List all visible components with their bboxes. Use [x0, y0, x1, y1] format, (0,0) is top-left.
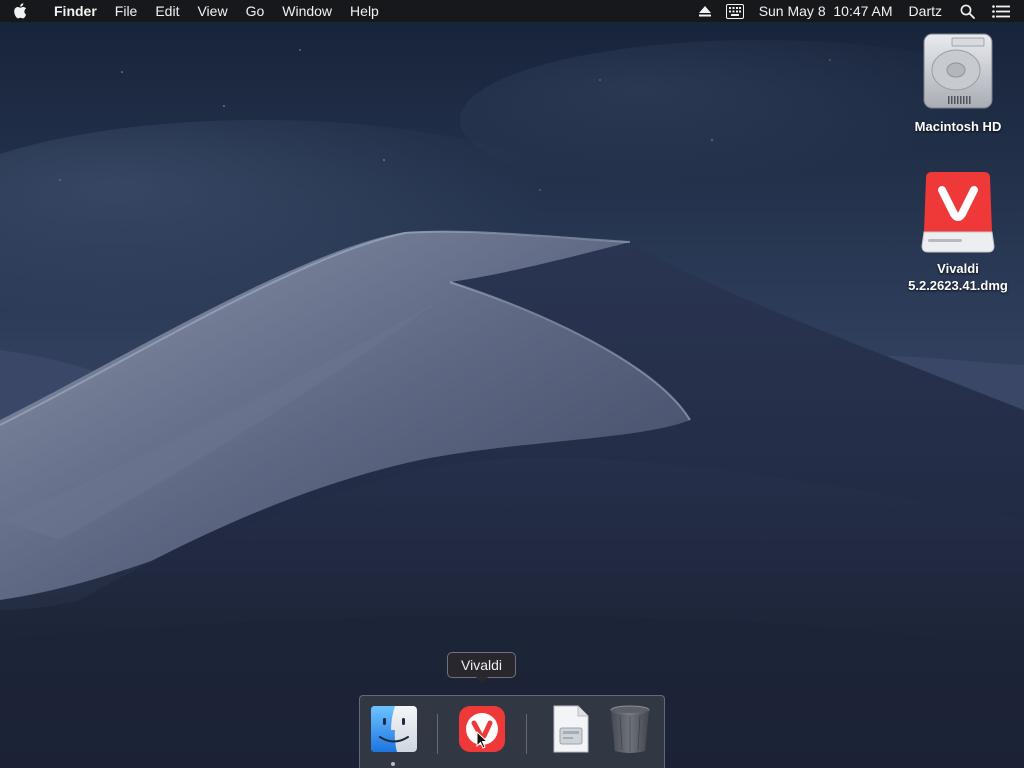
dock-item-downloads-stack[interactable]: [545, 704, 595, 754]
eject-status-item[interactable]: [692, 0, 718, 22]
eject-icon: [698, 6, 711, 17]
spotlight-button[interactable]: [951, 0, 984, 22]
apple-icon: [14, 3, 27, 19]
apple-menu-button[interactable]: [0, 0, 40, 22]
dock: [359, 695, 665, 768]
dock-item-finder[interactable]: [369, 704, 419, 754]
trash-icon: [610, 705, 650, 753]
hard-drive-icon: [918, 30, 998, 114]
document-stack-icon: [553, 705, 589, 753]
menu-go[interactable]: Go: [237, 0, 274, 22]
dmg-label-name: Vivaldi: [937, 261, 979, 276]
dock-item-vivaldi[interactable]: [457, 704, 507, 754]
desktop-icon-vivaldi-dmg[interactable]: Vivaldi 5.2.2623.41.dmg: [898, 170, 1018, 294]
spotlight-search-icon: [960, 4, 975, 19]
dock-item-trash[interactable]: [605, 704, 655, 754]
user-name[interactable]: Dartz: [900, 0, 951, 22]
desktop-icon-macintosh-hd[interactable]: Macintosh HD: [898, 30, 1018, 135]
finder-running-indicator: [391, 762, 395, 766]
clock[interactable]: Sun May 8 10:47 AM: [752, 0, 900, 22]
dmg-label-version: 5.2.2623.41.dmg: [908, 278, 1008, 293]
desktop-icon-label: Vivaldi 5.2.2623.41.dmg: [898, 260, 1018, 294]
menu-file[interactable]: File: [106, 0, 147, 22]
input-menu-status-item[interactable]: [718, 0, 752, 22]
dock-separator: [526, 714, 527, 754]
dmg-disk-image-icon: [918, 170, 998, 254]
menu-help[interactable]: Help: [341, 0, 388, 22]
vivaldi-icon: [459, 706, 505, 752]
dock-separator: [437, 714, 438, 754]
dock-tooltip: Vivaldi: [447, 652, 516, 684]
desktop-icon-label: Macintosh HD: [914, 119, 1002, 134]
notification-center-button[interactable]: [984, 0, 1024, 22]
menu-view[interactable]: View: [188, 0, 236, 22]
input-menu-icon: [725, 3, 744, 19]
menu-edit[interactable]: Edit: [146, 0, 188, 22]
menu-finder[interactable]: Finder: [40, 0, 106, 22]
notification-center-icon: [992, 4, 1010, 18]
finder-icon: [371, 706, 417, 752]
menu-bar: Finder File Edit View Go Window Help Sun…: [0, 0, 1024, 22]
menu-window[interactable]: Window: [273, 0, 341, 22]
